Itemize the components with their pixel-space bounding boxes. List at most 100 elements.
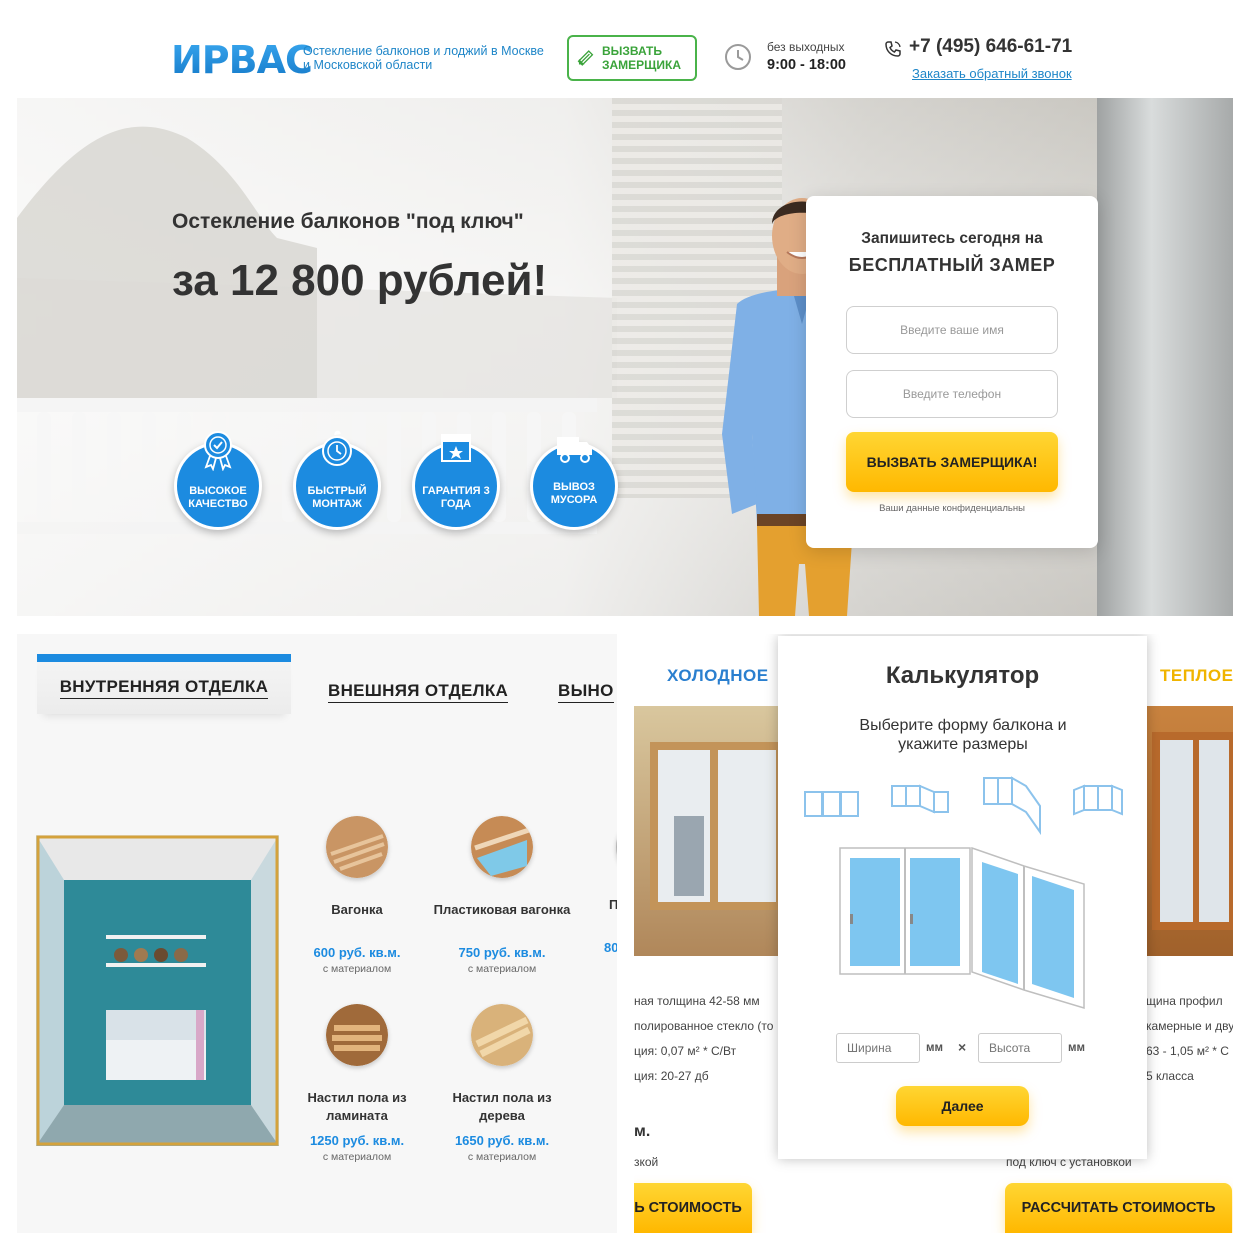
height-input[interactable] <box>978 1033 1062 1063</box>
material-price: 1250 руб. кв.м. <box>309 1133 405 1148</box>
site-header: ИРВАС Остекление балконов и лоджий в Мос… <box>0 0 1250 98</box>
calculator-modal: Калькулятор Выберите форму балкона и ука… <box>778 636 1147 1159</box>
balcony-shape-straight[interactable] <box>802 774 862 834</box>
cold-window-frame <box>650 742 780 910</box>
material-card[interactable]: Вагонка 600 руб. кв.м. с материалом <box>287 816 427 975</box>
material-note: с материалом <box>467 1151 537 1163</box>
laminate-icon <box>326 1004 388 1066</box>
phone-input[interactable] <box>846 370 1058 418</box>
hero-title: за 12 800 рублей! <box>172 256 548 305</box>
calendar-star-icon <box>441 434 471 462</box>
badge-label: ВЫВОЗ МУСОРА <box>550 481 598 506</box>
plastic-panel-icon <box>471 816 533 878</box>
times-sign: × <box>958 1039 967 1055</box>
calculator-title: Калькулятор <box>885 662 1040 689</box>
measure-form: Запишитесь сегодня на БЕСПЛАТНЫЙ ЗАМЕР В… <box>806 196 1098 548</box>
spec-line: ная толщина 42-58 мм <box>634 994 760 1008</box>
clock-icon <box>725 44 751 70</box>
material-name: Настил пола из дерева <box>452 1090 552 1123</box>
callback-link[interactable]: Заказать обратный звонок <box>912 66 1072 81</box>
material-name: Пластиковая вагонка <box>433 902 571 917</box>
material-price: 1650 руб. кв.м. <box>454 1133 550 1148</box>
width-input[interactable] <box>836 1033 920 1063</box>
ruler-pencil-icon <box>577 50 594 66</box>
privacy-note: Ваши данные конфиденциальны <box>879 503 1025 514</box>
hero-subtitle: Остекление балконов "под ключ" <box>172 210 524 233</box>
balcony-shape-right-angle[interactable] <box>886 774 956 834</box>
tab-label: ВНЕШНЯЯ ОТДЕЛКА <box>328 681 509 703</box>
badge-quality: ВЫСОКОЕ КАЧЕСТВО <box>174 431 262 530</box>
spec-line: полированное стекло (то <box>634 1019 774 1033</box>
calculator-subtitle: Выберите форму балкона и укажите размеры <box>859 717 1067 753</box>
material-price: 750 руб. кв.м. <box>458 945 546 960</box>
material-name: Вагонка <box>331 902 383 917</box>
submit-measure-button[interactable]: ВЫЗВАТЬ ЗАМЕРЩИКА! <box>846 432 1058 492</box>
glass-door <box>1097 98 1233 616</box>
name-input[interactable] <box>846 306 1058 354</box>
height-unit: мм <box>1068 1042 1086 1054</box>
tab-label: ВНУТРЕННЯЯ ОТДЕЛКА <box>59 677 269 699</box>
badge-warranty: ГАРАНТИЯ 3 ГОДА <box>412 434 500 530</box>
award-icon <box>204 431 232 471</box>
price-note: зкой <box>634 1155 659 1169</box>
next-button[interactable]: Далее <box>896 1086 1029 1126</box>
material-name: Настил пола из ламината <box>307 1090 407 1123</box>
phone-number[interactable]: +7 (495) 646-61-71 <box>909 36 1072 58</box>
material-card[interactable]: Настил пола из дерева 1650 руб. кв.м. с … <box>432 1004 572 1163</box>
cold-glazing-photo <box>634 706 780 956</box>
call-measurer-button[interactable]: ВЫЗВАТЬ ЗАМЕРЩИКА <box>567 35 697 81</box>
wood-floor-icon <box>471 1004 533 1066</box>
badge-waste-removal: ВЫВОЗ МУСОРА <box>530 437 618 530</box>
tab-cold-glazing[interactable]: ХОЛОДНОЕ <box>667 666 769 686</box>
balcony-window-preview <box>839 846 1085 1010</box>
material-card[interactable]: Пластиковая вагонка 750 руб. кв.м. с мат… <box>432 816 572 975</box>
warm-glazing-photo <box>1146 706 1233 956</box>
glazing-panel: ХОЛОДНОЕ ТЕПЛОЕ ная толщина 42-58 мм пол… <box>634 634 1233 1233</box>
wood-panel-icon <box>326 816 388 878</box>
tab-interior-finish[interactable]: ВНУТРЕННЯЯ ОТДЕЛКА <box>37 654 291 714</box>
form-line-2: БЕСПЛАТНЫЙ ЗАМЕР <box>848 255 1056 275</box>
tab-exterior-finish[interactable]: ВНЕШНЯЯ ОТДЕЛКА <box>328 662 509 722</box>
hours-label: без выходных <box>767 40 845 54</box>
material-thumb <box>616 816 617 878</box>
spec-line: 5 класса <box>1146 1069 1194 1083</box>
truck-icon <box>557 437 592 463</box>
material-note: с материалом <box>467 963 537 975</box>
close-icon[interactable]: × <box>1164 634 1179 663</box>
balcony-interior-image <box>36 835 279 1146</box>
material-card[interactable]: Настил пола из ламината 1250 руб. кв.м. … <box>287 1004 427 1163</box>
spec-line: ция: 0,07 м² * С/Вт <box>634 1044 737 1058</box>
tab-warm-glazing[interactable]: ТЕПЛОЕ <box>1160 666 1233 686</box>
working-hours: 9:00 - 18:00 <box>767 57 846 73</box>
timer-icon <box>322 430 352 466</box>
price-line: м. <box>634 1123 651 1140</box>
tagline: Остекление балконов и лоджий в Москве и … <box>303 44 544 72</box>
tab-label: ВЫНО <box>558 681 614 703</box>
material-note: с материалом <box>322 963 392 975</box>
hero-section: Остекление балконов "под ключ" за 12 800… <box>17 98 1233 616</box>
spec-line: 63 - 1,05 м² * С <box>1146 1044 1229 1058</box>
spec-line: ция: 20-27 дб <box>634 1069 709 1083</box>
calculate-cost-button[interactable]: РАССЧИТАТЬ СТОИМОСТЬ <box>1005 1183 1232 1233</box>
material-name: П <box>609 897 617 912</box>
material-price: 80 <box>604 940 617 955</box>
mountain-backdrop <box>17 126 617 398</box>
balcony-shape-trapezoid[interactable] <box>1070 774 1126 834</box>
badge-label: ГАРАНТИЯ 3 ГОДА <box>422 485 490 510</box>
badge-fast-install: БЫСТРЫЙ МОНТАЖ <box>293 430 381 530</box>
spec-line: щина профил <box>1146 994 1223 1008</box>
logo[interactable]: ИРВАС <box>171 38 313 82</box>
tab-removal[interactable]: ВЫНО <box>558 662 614 722</box>
material-price: 600 руб. кв.м. <box>313 945 401 960</box>
spec-line: камерные и дву <box>1146 1019 1233 1033</box>
width-unit: мм <box>926 1042 944 1054</box>
material-note: с материалом <box>322 1151 392 1163</box>
balcony-shape-bay[interactable] <box>978 770 1048 840</box>
material-card-partial[interactable]: П 80 <box>577 816 617 955</box>
warm-window-frame <box>1152 732 1233 930</box>
phone-icon <box>885 41 901 57</box>
badge-label: ВЫСОКОЕ КАЧЕСТВО <box>188 485 248 510</box>
calculate-cost-button-left[interactable]: Ь СТОИМОСТЬ <box>634 1183 752 1233</box>
call-measurer-label: ВЫЗВАТЬ ЗАМЕРЩИКА <box>601 44 682 72</box>
finish-panel: ВНУТРЕННЯЯ ОТДЕЛКА ВНЕШНЯЯ ОТДЕЛКА ВЫНО … <box>17 634 617 1233</box>
